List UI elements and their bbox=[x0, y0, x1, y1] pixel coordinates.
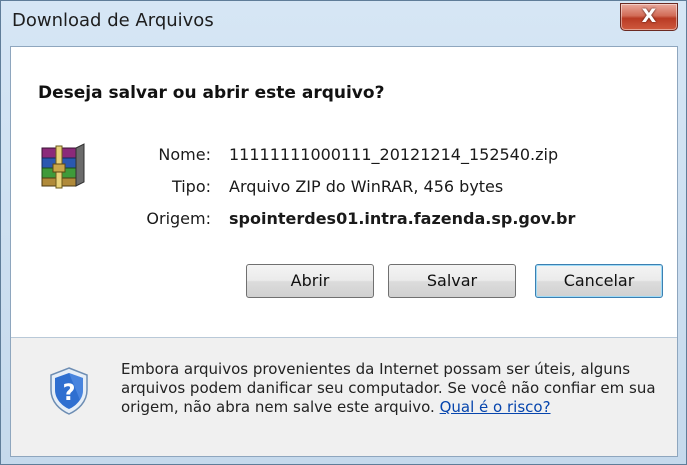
file-name-value: 11111111000111_20121214_152540.zip bbox=[229, 145, 559, 164]
security-warning-text: Embora arquivos provenientes da Internet… bbox=[121, 360, 666, 417]
warning-message: Embora arquivos provenientes da Internet… bbox=[121, 360, 656, 416]
origin-label: Origem: bbox=[146, 209, 211, 228]
file-type-value: Arquivo ZIP do WinRAR, 456 bytes bbox=[229, 177, 504, 196]
save-button[interactable]: Salvar bbox=[388, 264, 516, 298]
security-warning-footer: ? Embora arquivos provenientes da Intern… bbox=[11, 338, 677, 456]
dialog-content: Deseja salvar ou abrir este arquivo? Nom… bbox=[10, 46, 678, 457]
open-button[interactable]: Abrir bbox=[246, 264, 374, 298]
close-button[interactable]: X bbox=[620, 3, 678, 31]
cancel-button[interactable]: Cancelar bbox=[535, 264, 663, 298]
title-bar[interactable]: Download de Arquivos X bbox=[1, 1, 686, 45]
close-icon: X bbox=[641, 5, 657, 27]
security-shield-question-icon: ? bbox=[50, 367, 88, 415]
name-label: Nome: bbox=[158, 145, 211, 164]
dialog-question: Deseja salvar ou abrir este arquivo? bbox=[38, 83, 385, 103]
file-origin-value: spointerdes01.intra.fazenda.sp.gov.br bbox=[229, 209, 576, 228]
download-dialog-window: Download de Arquivos X Deseja salvar ou … bbox=[0, 0, 687, 465]
risk-info-link[interactable]: Qual é o risco? bbox=[440, 398, 551, 416]
type-label: Tipo: bbox=[171, 177, 211, 196]
window-title: Download de Arquivos bbox=[12, 10, 214, 31]
svg-text:?: ? bbox=[63, 381, 76, 406]
